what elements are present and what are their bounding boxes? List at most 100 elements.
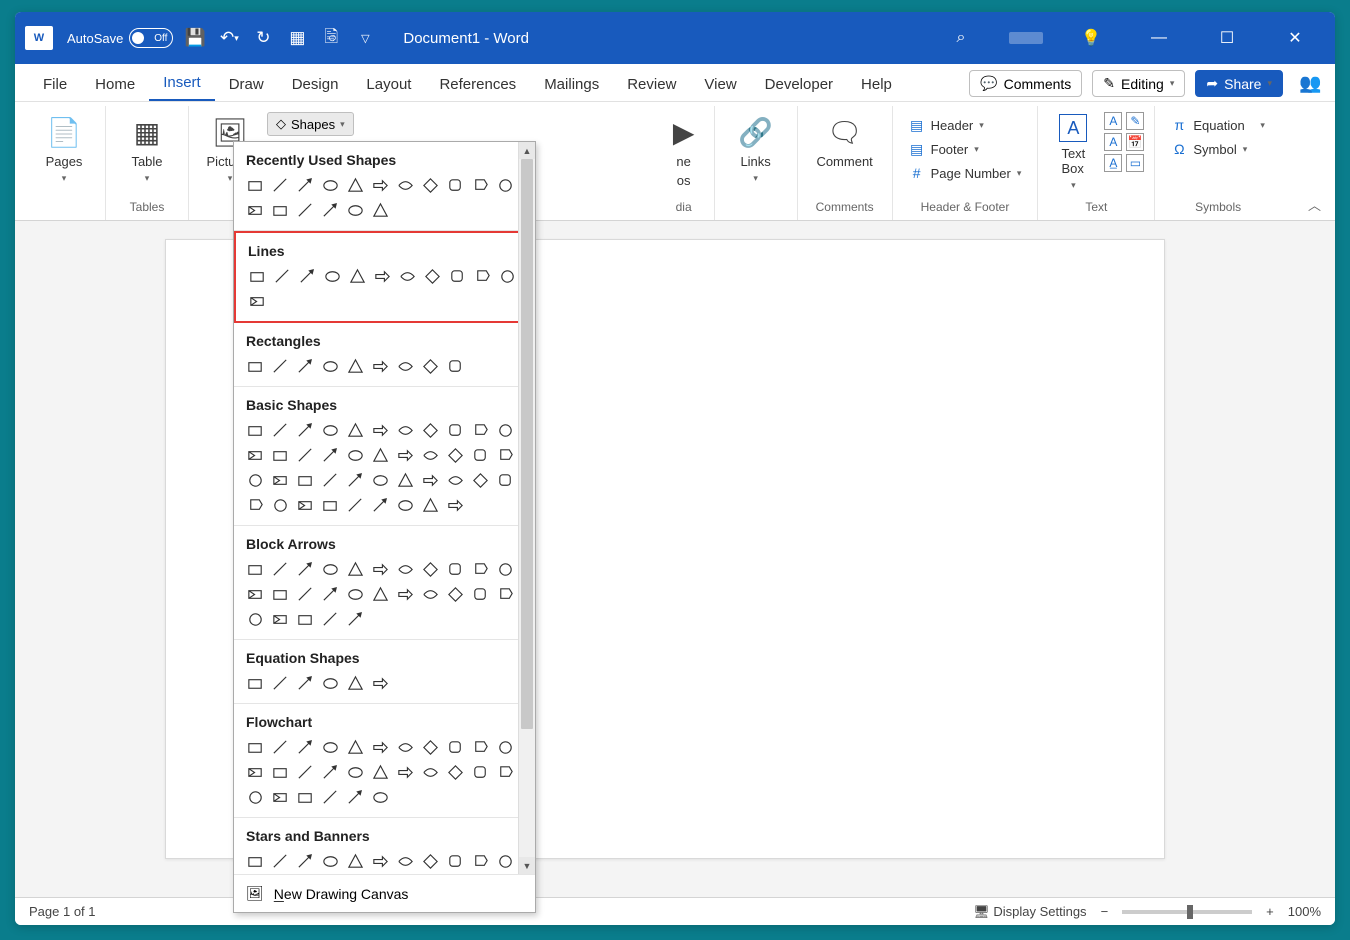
minimize-button[interactable]: — bbox=[1139, 23, 1179, 53]
shape-item[interactable] bbox=[369, 444, 392, 467]
shape-item[interactable] bbox=[469, 558, 492, 581]
shape-item[interactable] bbox=[269, 444, 292, 467]
shape-item[interactable] bbox=[421, 265, 444, 288]
tab-help[interactable]: Help bbox=[847, 68, 906, 101]
customize-qat-icon[interactable]: ▽ bbox=[355, 28, 375, 48]
shape-item[interactable] bbox=[319, 786, 342, 809]
undo-icon[interactable]: ↶▾ bbox=[219, 28, 239, 48]
shape-item[interactable] bbox=[319, 419, 342, 442]
shape-item[interactable] bbox=[469, 850, 492, 873]
shape-item[interactable] bbox=[369, 199, 392, 222]
shape-item[interactable] bbox=[346, 265, 369, 288]
shape-item[interactable] bbox=[344, 469, 367, 492]
qat-icon-1[interactable]: ▦ bbox=[287, 28, 307, 48]
shape-item[interactable] bbox=[394, 444, 417, 467]
shape-item[interactable] bbox=[369, 761, 392, 784]
shape-item[interactable] bbox=[319, 608, 342, 631]
shape-item[interactable] bbox=[244, 199, 267, 222]
shape-item[interactable] bbox=[244, 761, 267, 784]
shape-item[interactable] bbox=[394, 494, 417, 517]
dropdown-scrollbar[interactable]: ▲ ▼ bbox=[518, 142, 535, 874]
shape-item[interactable] bbox=[444, 583, 467, 606]
shape-item[interactable] bbox=[244, 355, 267, 378]
shape-item[interactable] bbox=[294, 355, 317, 378]
shape-item[interactable] bbox=[494, 736, 517, 759]
shape-item[interactable] bbox=[469, 469, 492, 492]
shape-item[interactable] bbox=[469, 583, 492, 606]
shape-item[interactable] bbox=[319, 672, 342, 695]
symbol-button[interactable]: ΩSymbol ▾ bbox=[1165, 138, 1270, 160]
shape-item[interactable] bbox=[344, 786, 367, 809]
new-drawing-canvas[interactable]: 🖼 New Drawing Canvas bbox=[234, 874, 535, 912]
shape-item[interactable] bbox=[269, 199, 292, 222]
shape-item[interactable] bbox=[369, 583, 392, 606]
tab-mailings[interactable]: Mailings bbox=[530, 68, 613, 101]
shape-item[interactable] bbox=[469, 419, 492, 442]
tab-home[interactable]: Home bbox=[81, 68, 149, 101]
shape-item[interactable] bbox=[446, 265, 469, 288]
shape-item[interactable] bbox=[369, 469, 392, 492]
links-button[interactable]: 🔗 Links▾ bbox=[725, 112, 787, 186]
shape-item[interactable] bbox=[294, 761, 317, 784]
tab-view[interactable]: View bbox=[690, 68, 750, 101]
shape-item[interactable] bbox=[469, 174, 492, 197]
collapse-ribbon-button[interactable]: ︿ bbox=[1308, 195, 1321, 214]
text-tool-1[interactable]: A bbox=[1104, 112, 1122, 130]
shape-item[interactable] bbox=[269, 355, 292, 378]
shape-item[interactable] bbox=[269, 761, 292, 784]
tab-layout[interactable]: Layout bbox=[352, 68, 425, 101]
shape-item[interactable] bbox=[246, 290, 269, 313]
tab-file[interactable]: File bbox=[29, 68, 81, 101]
shape-item[interactable] bbox=[271, 265, 294, 288]
shape-item[interactable] bbox=[369, 736, 392, 759]
shape-item[interactable] bbox=[294, 174, 317, 197]
shape-item[interactable] bbox=[269, 419, 292, 442]
shape-item[interactable] bbox=[419, 558, 442, 581]
shape-item[interactable] bbox=[244, 558, 267, 581]
shape-item[interactable] bbox=[294, 583, 317, 606]
shape-item[interactable] bbox=[344, 672, 367, 695]
shape-item[interactable] bbox=[444, 736, 467, 759]
display-settings-button[interactable]: 🖥 Display Settings bbox=[973, 904, 1086, 920]
autosave-toggle[interactable]: Off bbox=[129, 28, 173, 48]
shape-item[interactable] bbox=[244, 419, 267, 442]
shape-item[interactable] bbox=[269, 558, 292, 581]
shape-item[interactable] bbox=[319, 583, 342, 606]
shape-item[interactable] bbox=[394, 761, 417, 784]
shape-item[interactable] bbox=[344, 761, 367, 784]
shape-item[interactable] bbox=[344, 355, 367, 378]
help-bulb-icon[interactable]: 💡 bbox=[1071, 23, 1111, 53]
shape-item[interactable] bbox=[319, 355, 342, 378]
shape-item[interactable] bbox=[319, 850, 342, 873]
shape-item[interactable] bbox=[369, 494, 392, 517]
tab-design[interactable]: Design bbox=[278, 68, 353, 101]
shape-item[interactable] bbox=[444, 355, 467, 378]
shape-item[interactable] bbox=[294, 608, 317, 631]
shape-item[interactable] bbox=[394, 583, 417, 606]
shape-item[interactable] bbox=[344, 608, 367, 631]
shape-item[interactable] bbox=[246, 265, 269, 288]
equation-button[interactable]: πEquation ▾ bbox=[1165, 114, 1270, 136]
shape-item[interactable] bbox=[244, 736, 267, 759]
document-area[interactable] bbox=[15, 221, 1335, 897]
shape-item[interactable] bbox=[344, 199, 367, 222]
scroll-thumb[interactable] bbox=[521, 159, 533, 729]
shape-item[interactable] bbox=[394, 469, 417, 492]
comments-button[interactable]: 💬 Comments bbox=[969, 70, 1082, 97]
shape-item[interactable] bbox=[344, 850, 367, 873]
shape-item[interactable] bbox=[294, 786, 317, 809]
shape-item[interactable] bbox=[319, 199, 342, 222]
zoom-slider[interactable] bbox=[1122, 910, 1252, 914]
shape-item[interactable] bbox=[294, 199, 317, 222]
shape-item[interactable] bbox=[419, 736, 442, 759]
shape-item[interactable] bbox=[269, 469, 292, 492]
shape-item[interactable] bbox=[419, 761, 442, 784]
scroll-down-icon[interactable]: ▼ bbox=[519, 857, 535, 874]
text-tool-4[interactable]: 📅 bbox=[1126, 133, 1144, 151]
text-box-button[interactable]: A Text Box▾ bbox=[1048, 112, 1098, 193]
shape-item[interactable] bbox=[294, 444, 317, 467]
shape-item[interactable] bbox=[419, 444, 442, 467]
pages-button[interactable]: 📄 Pages▾ bbox=[33, 112, 95, 186]
share-button[interactable]: ➦ Share ▾ bbox=[1195, 70, 1283, 97]
shape-item[interactable] bbox=[319, 444, 342, 467]
